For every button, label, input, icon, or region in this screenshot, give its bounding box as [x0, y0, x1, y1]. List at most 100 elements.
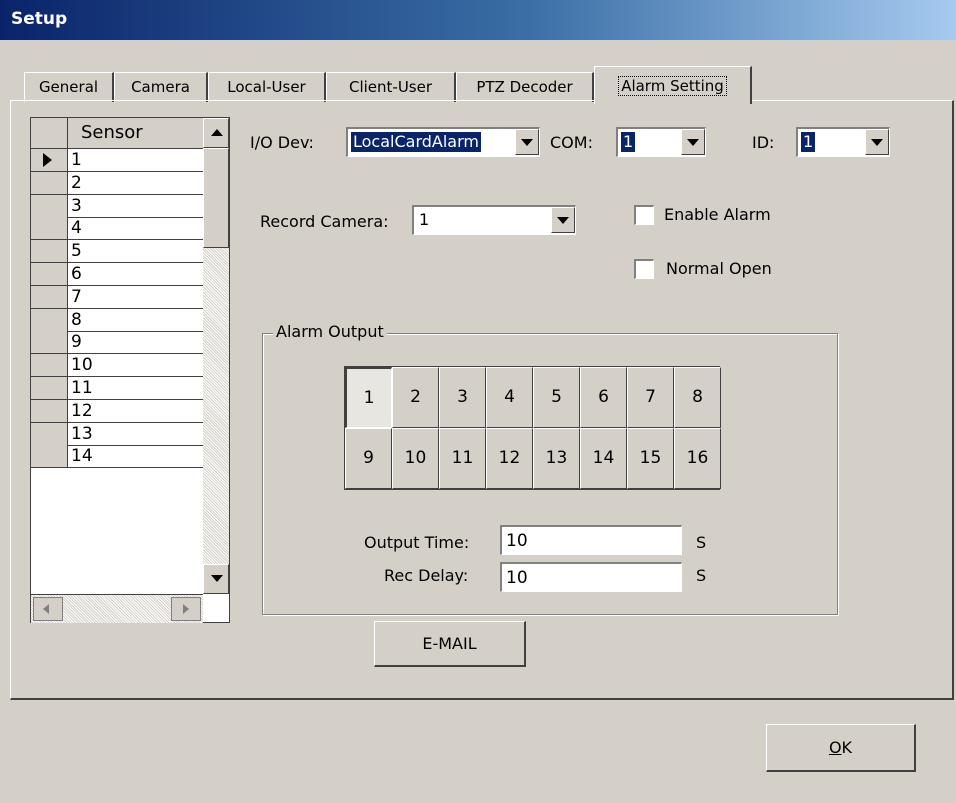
enable-alarm-label[interactable]: Enable Alarm: [664, 205, 771, 224]
row-selector[interactable]: [31, 422, 68, 445]
sensor-row[interactable]: 12: [31, 399, 203, 423]
sensor-cell[interactable]: 7: [71, 287, 82, 307]
alarm-output-legend: Alarm Output: [273, 322, 387, 341]
sensor-row[interactable]: 11: [31, 377, 203, 400]
io-dev-select[interactable]: LocalCardAlarm: [346, 127, 540, 157]
record-camera-label: Record Camera:: [260, 212, 389, 231]
enable-alarm-checkbox[interactable]: [634, 205, 654, 225]
tab-label: PTZ Decoder: [476, 78, 573, 96]
row-selector[interactable]: [31, 445, 68, 468]
row-selector[interactable]: [31, 194, 68, 217]
sensor-cell[interactable]: 4: [71, 218, 82, 238]
row-selector[interactable]: [31, 377, 68, 399]
alarm-output-button[interactable]: 1: [345, 367, 392, 428]
alarm-output-button[interactable]: 5: [533, 367, 580, 428]
tab-camera[interactable]: Camera: [114, 72, 208, 102]
row-selector[interactable]: [31, 399, 68, 422]
id-dropdown-button[interactable]: [865, 129, 889, 155]
sensor-row[interactable]: 5: [31, 240, 203, 264]
chevron-down-icon: [871, 139, 883, 146]
sensor-cell[interactable]: 11: [71, 378, 93, 398]
sensor-row[interactable]: 14: [31, 445, 203, 469]
sensor-row[interactable]: 3: [31, 194, 203, 218]
alarm-output-button[interactable]: 12: [486, 428, 533, 489]
record-camera-dropdown-button[interactable]: [551, 207, 575, 233]
scroll-down-button[interactable]: [203, 564, 229, 594]
row-selector[interactable]: [31, 308, 68, 331]
alarm-output-button[interactable]: 10: [392, 428, 439, 489]
alarm-output-button[interactable]: 15: [627, 428, 674, 489]
alarm-output-button[interactable]: 14: [580, 428, 627, 489]
alarm-output-button[interactable]: 6: [580, 367, 627, 428]
row-selector[interactable]: [31, 263, 68, 285]
com-dropdown-button[interactable]: [681, 129, 705, 155]
row-selector[interactable]: [31, 217, 68, 240]
sensor-column-header[interactable]: Sensor: [81, 122, 143, 143]
row-selector[interactable]: [31, 285, 68, 308]
alarm-output-button[interactable]: 16: [674, 428, 721, 489]
sensor-cell[interactable]: 3: [71, 196, 82, 216]
alarm-output-button[interactable]: 3: [439, 367, 486, 428]
row-selector[interactable]: [31, 171, 68, 194]
sensor-cell[interactable]: 8: [71, 310, 82, 330]
chevron-down-icon: [557, 217, 569, 224]
normal-open-checkbox[interactable]: [634, 259, 654, 279]
sensor-grid[interactable]: Sensor 1 2 3 4 5 6 7 8 9 10 11 12 13 14: [30, 117, 230, 623]
sensor-cell[interactable]: 14: [71, 446, 93, 466]
alarm-output-button[interactable]: 8: [674, 367, 721, 428]
scroll-up-button[interactable]: [203, 118, 229, 148]
sensor-row[interactable]: 6: [31, 263, 203, 286]
email-button[interactable]: E-MAIL: [374, 621, 526, 667]
alarm-output-button[interactable]: 13: [533, 428, 580, 489]
tab-local-user[interactable]: Local-User: [208, 72, 326, 102]
ok-button[interactable]: OK: [766, 724, 916, 772]
sensor-cell[interactable]: 6: [71, 264, 82, 284]
tab-ptz-decoder[interactable]: PTZ Decoder: [456, 72, 594, 102]
row-selector[interactable]: [31, 354, 68, 377]
tab-general[interactable]: General: [24, 72, 114, 102]
io-dev-dropdown-button[interactable]: [515, 129, 539, 155]
vertical-scrollbar[interactable]: [203, 118, 229, 594]
io-dev-value: LocalCardAlarm: [351, 132, 481, 152]
tab-client-user[interactable]: Client-User: [326, 72, 456, 102]
sensor-cell[interactable]: 13: [71, 424, 93, 444]
row-selector[interactable]: [31, 149, 68, 171]
alarm-output-button[interactable]: 4: [486, 367, 533, 428]
row-selector[interactable]: [31, 240, 68, 263]
sensor-cell[interactable]: 2: [71, 173, 82, 193]
com-select[interactable]: 1: [616, 127, 706, 157]
tab-alarm-setting[interactable]: Alarm Setting: [594, 66, 752, 104]
record-camera-value: 1: [419, 210, 430, 229]
sensor-row[interactable]: 1: [31, 149, 203, 172]
horizontal-scrollbar[interactable]: [31, 594, 203, 623]
sensor-cell[interactable]: 5: [71, 241, 82, 261]
title-bar[interactable]: Setup: [0, 0, 956, 40]
sensor-cell[interactable]: 1: [71, 150, 82, 170]
alarm-output-button[interactable]: 11: [439, 428, 486, 489]
record-camera-select[interactable]: 1: [412, 205, 576, 235]
alarm-output-button[interactable]: 7: [627, 367, 674, 428]
sensor-row[interactable]: 10: [31, 354, 203, 378]
current-row-arrow-icon: [43, 153, 52, 167]
scroll-thumb[interactable]: [203, 148, 229, 248]
sensor-cell[interactable]: 10: [71, 355, 93, 375]
alarm-output-button[interactable]: 9: [345, 428, 392, 489]
id-select[interactable]: 1: [796, 127, 890, 157]
sensor-row[interactable]: 4: [31, 217, 203, 241]
sensor-row[interactable]: 8: [31, 308, 203, 332]
output-time-input[interactable]: [500, 525, 682, 555]
output-time-unit: S: [696, 533, 707, 552]
output-time-label: Output Time:: [364, 533, 470, 552]
sensor-row[interactable]: 9: [31, 331, 203, 355]
sensor-row[interactable]: 2: [31, 171, 203, 195]
row-selector[interactable]: [31, 331, 68, 354]
sensor-cell[interactable]: 12: [71, 401, 93, 421]
alarm-output-button[interactable]: 2: [392, 367, 439, 428]
sensor-row[interactable]: 7: [31, 285, 203, 309]
scroll-left-button[interactable]: [33, 597, 63, 621]
sensor-cell[interactable]: 9: [71, 332, 82, 352]
scroll-right-button[interactable]: [171, 597, 201, 621]
sensor-row[interactable]: 13: [31, 422, 203, 446]
normal-open-label[interactable]: Normal Open: [666, 259, 772, 278]
rec-delay-input[interactable]: [500, 562, 682, 592]
